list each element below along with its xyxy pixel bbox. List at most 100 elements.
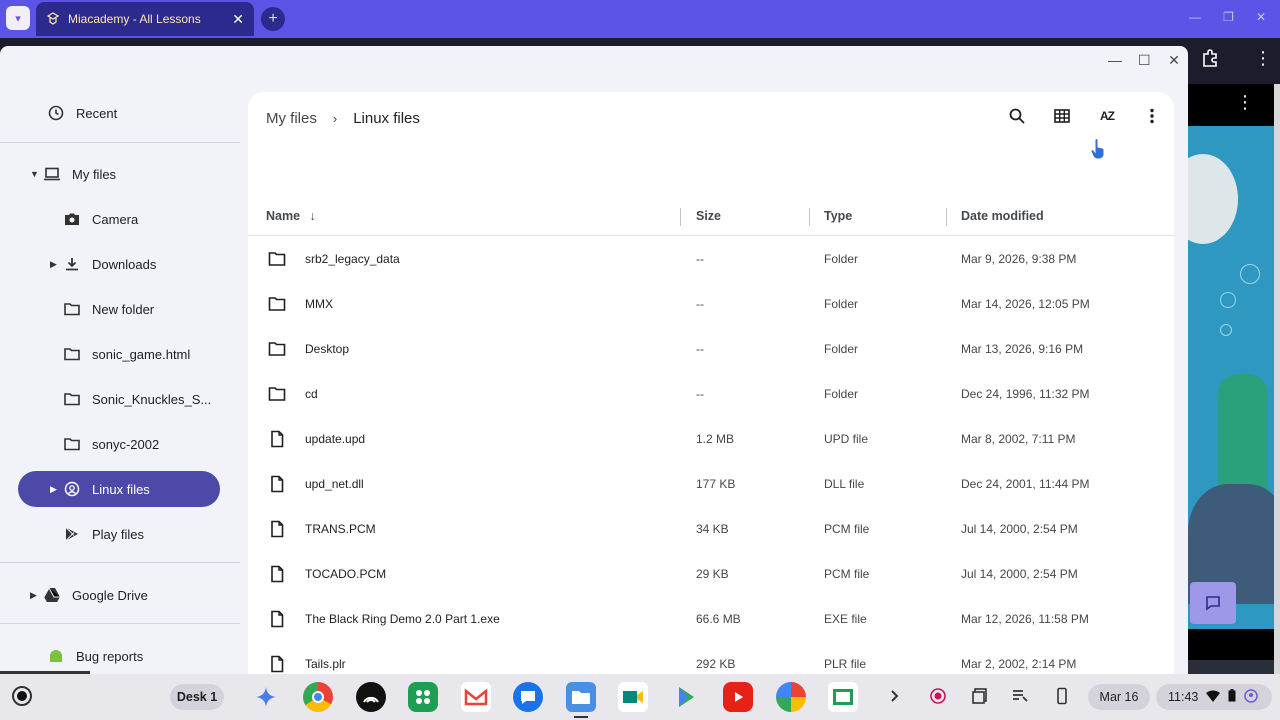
file-list-panel: My files › Linux files AZ Name ↓ Size Ty…: [248, 92, 1174, 674]
file-type: PLR file: [824, 657, 867, 671]
browser-tab[interactable]: Miacademy - All Lessons ✕: [36, 2, 254, 36]
column-divider[interactable]: [946, 208, 947, 226]
sidebar-item-my-files[interactable]: ▼ My files: [30, 156, 116, 192]
file-size: 177 KB: [696, 477, 736, 491]
sidebar-item-sonyc-2002[interactable]: sonyc-2002: [62, 426, 159, 462]
launcher-icon[interactable]: [12, 686, 32, 706]
new-tab-button[interactable]: +: [261, 7, 285, 31]
shelf: Desk 1 Mar 16 11:43: [0, 674, 1280, 720]
file-type: Folder: [824, 297, 859, 311]
chevron-right-icon[interactable]: [886, 687, 904, 705]
gemini-icon[interactable]: [251, 682, 281, 712]
date-tray[interactable]: Mar 16: [1088, 684, 1150, 710]
table-row[interactable]: cd -- Folder Dec 24, 1996, 11:32 PM: [248, 372, 1174, 417]
file-name: TRANS.PCM: [305, 522, 376, 536]
browser-minimize-icon[interactable]: —: [1189, 10, 1201, 24]
file-date: Jul 14, 2000, 2:54 PM: [961, 522, 1078, 536]
notes-icon[interactable]: [1011, 687, 1029, 705]
file-icon: [268, 430, 286, 448]
file-icon: [268, 520, 286, 538]
expand-down-icon[interactable]: ▼: [30, 169, 42, 179]
youtube-icon[interactable]: [723, 682, 753, 712]
sidebar-item-google-drive[interactable]: ▶ Google Drive: [30, 577, 148, 613]
sidebar-item-recent[interactable]: Recent: [46, 95, 117, 131]
column-header-size[interactable]: Size: [696, 209, 721, 223]
table-row[interactable]: MMX -- Folder Mar 14, 2026, 12:05 PM: [248, 282, 1174, 327]
browser-restore-icon[interactable]: ❐: [1223, 10, 1234, 24]
files-app-icon[interactable]: [566, 682, 596, 712]
column-divider[interactable]: [680, 208, 681, 226]
table-row[interactable]: TRANS.PCM 34 KB PCM file Jul 14, 2000, 2:54…: [248, 507, 1174, 552]
bubble-icon: [1220, 292, 1236, 308]
column-divider[interactable]: [809, 208, 810, 226]
table-row[interactable]: srb2_legacy_data -- Folder Mar 9, 2026, 9:3…: [248, 237, 1174, 282]
play-store-app-icon[interactable]: [671, 682, 701, 712]
web-menu-icon[interactable]: ⋮: [1236, 92, 1254, 113]
column-header-row: Name ↓ Size Type Date modified: [248, 196, 1174, 236]
sheets-app-icon[interactable]: [408, 682, 438, 712]
search-icon[interactable]: [1007, 106, 1027, 126]
grid-view-icon[interactable]: [1052, 106, 1072, 126]
file-name: MMX: [305, 297, 333, 311]
browser-menu-kebab-icon[interactable]: ⋮: [1254, 48, 1272, 69]
file-type: PCM file: [824, 567, 870, 581]
close-icon[interactable]: ✕: [1168, 52, 1180, 69]
table-row[interactable]: update.upd 1.2 MB UPD file Mar 8, 2002, 7:1…: [248, 417, 1174, 462]
table-row[interactable]: upd_net.dll 177 KB DLL file Dec 24, 2001, 1…: [248, 462, 1174, 507]
folder-icon: [268, 340, 286, 358]
extensions-icon[interactable]: [1200, 48, 1222, 70]
gmail-icon[interactable]: [461, 682, 491, 712]
tab-close-icon[interactable]: ✕: [232, 11, 244, 28]
page-scrollbar[interactable]: [1274, 84, 1280, 674]
app-icon[interactable]: [356, 682, 386, 712]
laptop-icon: [42, 167, 62, 181]
file-size: --: [696, 342, 704, 356]
sort-az-button[interactable]: AZ: [1097, 106, 1117, 126]
file-name: cd: [305, 387, 318, 401]
status-tray[interactable]: 11:43: [1156, 684, 1272, 710]
sidebar-item-linux-files[interactable]: ▶ Linux files: [18, 471, 220, 507]
classroom-icon[interactable]: [828, 682, 858, 712]
sidebar-item-sonic-knuckles[interactable]: Sonic_Knuckles_S...: [62, 381, 211, 417]
column-header-type[interactable]: Type: [824, 209, 852, 223]
table-row[interactable]: The Black Ring Demo 2.0 Part 1.exe 66.6 M…: [248, 597, 1174, 642]
browser-close-icon[interactable]: ✕: [1256, 10, 1266, 24]
browser-menu-icon[interactable]: ▾: [6, 6, 30, 30]
phone-hub-icon[interactable]: [1053, 687, 1071, 705]
column-header-date[interactable]: Date modified: [961, 209, 1044, 223]
messages-icon[interactable]: [513, 682, 543, 712]
table-row[interactable]: Desktop -- Folder Mar 13, 2026, 9:16 PM: [248, 327, 1174, 372]
screen-record-icon[interactable]: [929, 687, 947, 705]
minimize-icon[interactable]: —: [1108, 52, 1122, 69]
table-row[interactable]: Tails.plr 292 KB PLR file Mar 2, 2002, 2:14…: [248, 642, 1174, 674]
expand-right-icon[interactable]: ▶: [50, 484, 62, 495]
more-options-icon[interactable]: [1142, 106, 1162, 126]
sidebar-item-camera[interactable]: Camera: [62, 201, 138, 237]
sidebar-item-bug-reports[interactable]: Bug reports: [46, 638, 143, 674]
clipboard-icon[interactable]: [971, 687, 989, 705]
breadcrumb-linux-files: Linux files: [353, 110, 420, 127]
sidebar-item-sonic-game[interactable]: sonic_game.html: [62, 336, 190, 372]
expand-right-icon[interactable]: ▶: [30, 590, 42, 601]
file-date: Mar 8, 2002, 7:11 PM: [961, 432, 1076, 446]
column-header-name[interactable]: Name ↓: [266, 209, 316, 223]
web-page-content: ⋮: [1188, 84, 1280, 660]
file-name: Tails.plr: [305, 657, 346, 671]
maximize-icon[interactable]: ☐: [1138, 52, 1151, 69]
bubble-icon: [1240, 264, 1260, 284]
breadcrumb-my-files[interactable]: My files: [266, 110, 317, 127]
sidebar-item-play-files[interactable]: Play files: [62, 516, 144, 552]
chrome-icon[interactable]: [303, 682, 333, 712]
chat-icon[interactable]: [1190, 582, 1236, 624]
web-header: ⋮: [1188, 84, 1280, 126]
meet-icon[interactable]: [618, 682, 648, 712]
sidebar-item-downloads[interactable]: ▶ Downloads: [50, 246, 156, 282]
table-row[interactable]: TOCADO.PCM 29 KB PCM file Jul 14, 2000, 2:5…: [248, 552, 1174, 597]
expand-right-icon[interactable]: ▶: [50, 259, 62, 270]
sidebar-item-label: Bug reports: [76, 648, 144, 664]
photos-icon[interactable]: [776, 682, 806, 712]
desk-button[interactable]: Desk 1: [170, 684, 224, 710]
file-size: 292 KB: [696, 657, 736, 671]
sidebar-item-new-folder[interactable]: New folder: [62, 291, 154, 327]
sidebar-item-label: Google Drive: [72, 587, 148, 603]
